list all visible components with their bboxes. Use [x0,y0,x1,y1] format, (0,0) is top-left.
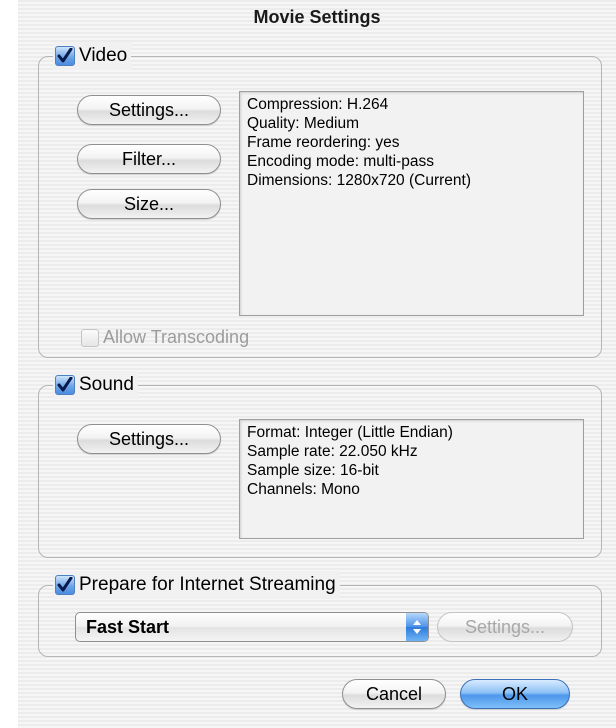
sound-info-line: Channels: Mono [247,481,360,498]
streaming-group: Prepare for Internet Streaming Fast Star… [38,571,602,657]
sound-info-line: Sample size: 16-bit [247,462,379,479]
dialog-title: Movie Settings [253,7,381,27]
video-label: Video [79,45,128,66]
streaming-mode-select[interactable]: Fast Start [75,612,429,642]
sound-checkbox[interactable] [55,375,75,395]
video-info-line: Encoding mode: multi-pass [247,153,434,170]
checkmark-icon [57,577,73,592]
allow-transcoding-option[interactable]: Allow Transcoding [81,327,249,348]
video-info-line: Quality: Medium [247,115,359,132]
video-info-box: Compression: H.264 Quality: Medium Frame… [239,91,584,316]
video-filter-button[interactable]: Filter... [77,144,221,174]
sound-settings-button[interactable]: Settings... [77,424,221,454]
streaming-mode-value: Fast Start [86,617,170,637]
video-info-line: Compression: H.264 [247,96,389,113]
ok-button[interactable]: OK [460,679,570,709]
sound-info-line: Sample rate: 22.050 kHz [247,443,418,460]
video-info-line: Frame reordering: yes [247,134,400,151]
checkmark-icon [57,377,73,392]
video-checkbox[interactable] [55,46,75,66]
streaming-settings-button[interactable]: Settings... [437,612,573,642]
checkmark-icon [57,48,73,63]
sound-label: Sound [79,374,134,395]
allow-transcoding-checkbox[interactable] [81,328,99,347]
video-size-button[interactable]: Size... [77,189,221,219]
sound-info-line: Format: Integer (Little Endian) [247,424,453,441]
sound-legend[interactable]: Sound [53,371,138,399]
streaming-checkbox[interactable] [55,575,75,595]
video-info-line: Dimensions: 1280x720 (Current) [247,172,471,189]
updown-arrows-icon [406,613,428,641]
video-settings-button[interactable]: Settings... [77,95,221,125]
allow-transcoding-label: Allow Transcoding [103,327,250,347]
sound-group: Sound Settings... Format: Integer (Littl… [38,371,602,558]
movie-settings-dialog: Movie Settings Video Settings... Filter.… [18,0,616,728]
streaming-label: Prepare for Internet Streaming [79,574,336,595]
video-legend[interactable]: Video [53,42,132,70]
cancel-button[interactable]: Cancel [342,679,446,709]
video-group: Video Settings... Filter... Size... Comp… [38,42,602,358]
streaming-legend[interactable]: Prepare for Internet Streaming [53,571,340,599]
sound-info-box: Format: Integer (Little Endian) Sample r… [239,419,584,539]
